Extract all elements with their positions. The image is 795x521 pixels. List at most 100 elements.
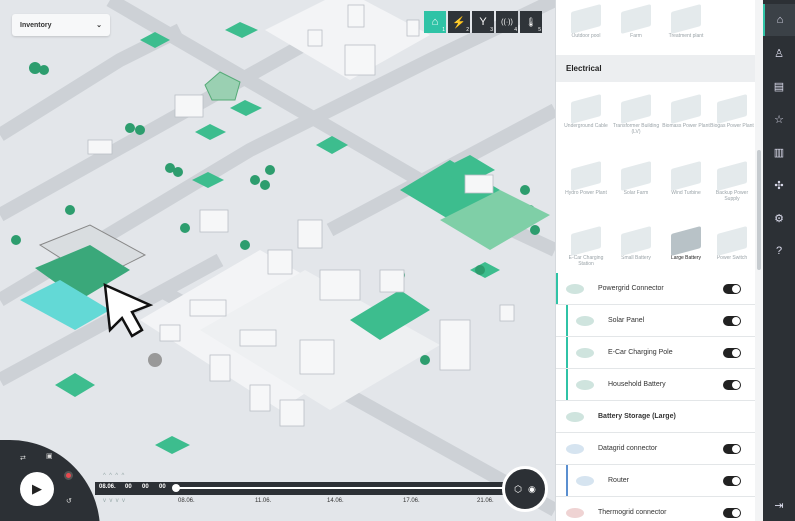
row-stripe — [556, 273, 558, 304]
chevron-up-icon[interactable]: ^ ^ ^ ^ — [103, 473, 124, 479]
item-ecar-station[interactable]: E-Car Charging Station — [562, 225, 610, 267]
city-map[interactable]: Inventory ⌄ ⌂ 1 ⚡ 2 Y3 ((·)) 4 🌡 5 08.06. 00… — [0, 0, 555, 521]
thermogrid-icon — [566, 507, 584, 518]
rail-person-button[interactable]: ♙ — [763, 37, 795, 69]
item-solar-farm[interactable]: Solar Farm — [612, 160, 660, 196]
storage-icon — [566, 411, 584, 422]
item-small-battery[interactable]: Small Battery — [612, 225, 660, 261]
view-number: 4 — [514, 27, 517, 33]
rail-calendar-button[interactable]: ▤ — [763, 70, 795, 102]
row-label: Solar Panel — [608, 317, 645, 324]
item-hydro[interactable]: Hydro Power Plant — [562, 160, 610, 196]
timeline-track — [175, 487, 515, 489]
record-button[interactable] — [64, 471, 73, 480]
person-icon: ♙ — [774, 47, 784, 60]
location-icon[interactable]: ◉ — [528, 484, 536, 495]
save-icon[interactable]: ▣ — [46, 452, 53, 460]
toggle-switch[interactable] — [723, 508, 741, 518]
undo-icon[interactable]: ↺ — [66, 497, 72, 505]
play-button[interactable]: ▶ — [20, 472, 54, 506]
layer-row-powergrid[interactable]: Powergrid Connector — [556, 273, 755, 305]
day-value[interactable]: 08.06. — [99, 484, 116, 490]
outdoor-pool-icon — [571, 3, 601, 35]
item-biomass[interactable]: Biomass Power Plant — [662, 93, 710, 129]
item-label: Transformer Building (LV) — [612, 123, 660, 135]
item-farm[interactable]: Farm — [612, 3, 660, 39]
layer-row-solar-panel[interactable]: Solar Panel — [556, 305, 755, 337]
play-icon: ▶ — [32, 481, 42, 496]
rail-star-button[interactable]: ☆ — [763, 103, 795, 135]
power-view-button[interactable]: ⚡ 2 — [448, 11, 470, 33]
row-label: Battery Storage (Large) — [598, 413, 676, 420]
layer-row-household-battery[interactable]: Household Battery — [556, 369, 755, 401]
layer-row-ecar-pole[interactable]: E-Car Charging Pole — [556, 337, 755, 369]
row-label: Powergrid Connector — [598, 285, 664, 292]
puzzle-icon: ✣ — [774, 179, 784, 192]
signal-view-button[interactable]: ((·)) 4 — [496, 11, 518, 33]
timeline-handle[interactable] — [172, 484, 180, 492]
item-transformer[interactable]: Transformer Building (LV) — [612, 93, 660, 135]
solar-farm-icon — [621, 160, 651, 192]
inventory-dropdown[interactable]: Inventory ⌄ — [12, 14, 110, 36]
minute-value[interactable]: 00 — [142, 484, 149, 490]
chevron-down-icon: ⌄ — [96, 22, 102, 29]
item-label: Wind Turbine — [671, 190, 701, 196]
panel-scrollbar[interactable] — [755, 0, 763, 521]
rail-buildings-button[interactable]: ▥ — [763, 136, 795, 168]
thermometer-icon: 🌡 — [525, 16, 537, 27]
item-outdoor-pool[interactable]: Outdoor pool — [562, 3, 610, 39]
row-stripe — [566, 337, 568, 368]
datagrid-icon — [566, 443, 584, 454]
layer-row-router[interactable]: Router — [556, 465, 755, 497]
chevron-down-icon[interactable]: v v v v — [103, 498, 125, 504]
signal-icon: ((·)) — [501, 18, 513, 26]
section-header-electrical[interactable]: Electrical — [556, 55, 755, 82]
item-backup-power[interactable]: Backup Power Supply — [708, 160, 756, 202]
timeline-bar[interactable]: 08.06. 00 00 00 — [95, 482, 525, 495]
shuffle-icon[interactable]: ⇄ — [20, 454, 26, 462]
toggle-switch[interactable] — [723, 316, 741, 326]
row-label: Router — [608, 477, 630, 484]
hour-value[interactable]: 00 — [125, 484, 132, 490]
data-view-button[interactable]: Y3 — [472, 11, 494, 33]
item-large-battery[interactable]: Large Battery — [662, 225, 710, 261]
home-view-button[interactable]: ⌂ 1 — [424, 11, 446, 33]
biogas-icon — [717, 93, 747, 125]
connector-icon — [566, 283, 584, 294]
toggle-switch[interactable] — [723, 380, 741, 390]
rail-settings-button[interactable]: ⚙ — [763, 202, 795, 234]
large-battery-icon — [671, 225, 701, 257]
logout-icon: ⇥ — [774, 499, 784, 512]
item-underground-cable[interactable]: Underground Cable — [562, 93, 610, 129]
compass[interactable]: ⬡ ◉ — [502, 466, 548, 512]
hydro-icon — [571, 160, 601, 192]
item-label: Outdoor pool — [571, 33, 601, 39]
layer-row-battery-storage[interactable]: Battery Storage (Large) — [556, 401, 755, 433]
heat-view-button[interactable]: 🌡 5 — [520, 11, 542, 33]
toggle-switch[interactable] — [723, 444, 741, 454]
star-icon: ☆ — [774, 113, 784, 126]
row-label: Thermogrid connector — [598, 509, 667, 516]
layer-row-datagrid[interactable]: Datagrid connector — [556, 433, 755, 465]
rail-puzzle-button[interactable]: ✣ — [763, 169, 795, 201]
second-value[interactable]: 00 — [159, 484, 166, 490]
gear-icon: ⚙ — [774, 212, 784, 225]
item-label: Biomass Power Plant — [662, 123, 710, 129]
toggle-switch[interactable] — [723, 476, 741, 486]
item-biogas[interactable]: Biogas Power Plant — [708, 93, 756, 129]
view-number: 3 — [490, 27, 493, 33]
rail-help-button[interactable]: ? — [763, 235, 795, 267]
layer-row-thermogrid[interactable]: Thermogrid connector — [556, 497, 755, 521]
item-treatment-plant[interactable]: Treatment plant — [662, 3, 710, 39]
scrollbar-thumb[interactable] — [757, 150, 761, 270]
item-power-switch[interactable]: Power Switch — [708, 225, 756, 261]
item-wind-turbine[interactable]: Wind Turbine — [662, 160, 710, 196]
toggle-switch[interactable] — [723, 284, 741, 294]
rail-city-button[interactable]: ⌂ — [763, 4, 795, 36]
item-label: Hydro Power Plant — [565, 190, 607, 196]
cube-icon[interactable]: ⬡ — [514, 484, 522, 495]
rail-logout-button[interactable]: ⇥ — [763, 489, 795, 521]
battery-icon — [576, 379, 594, 390]
home-icon: ⌂ — [431, 16, 439, 28]
toggle-switch[interactable] — [723, 348, 741, 358]
